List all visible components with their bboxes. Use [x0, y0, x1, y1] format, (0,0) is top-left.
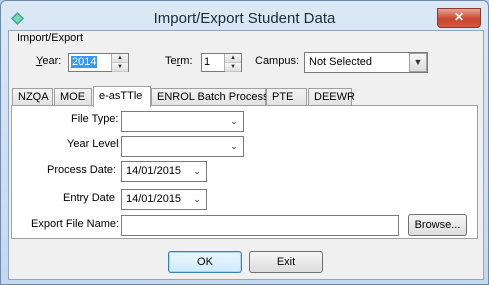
- process-date-label: Process Date:: [47, 164, 117, 176]
- term-value[interactable]: 1: [204, 56, 210, 68]
- dialog-window: Import/Export Student Data ✕ Import/Expo…: [0, 0, 489, 285]
- export-file-label: Export File Name:: [31, 218, 120, 230]
- import-export-group-label: Import/Export: [17, 32, 84, 44]
- entry-date-picker[interactable]: 14/01/2015 ⌄: [121, 189, 207, 210]
- year-level-label: Year Level: [67, 138, 119, 150]
- spin-down-icon[interactable]: ▼: [112, 63, 128, 72]
- tab-nzqa[interactable]: NZQA: [12, 88, 53, 105]
- file-type-select[interactable]: ⌄: [121, 111, 244, 132]
- file-type-label: File Type:: [71, 113, 119, 125]
- campus-value: Not Selected: [309, 56, 372, 68]
- year-value[interactable]: 2014: [71, 56, 98, 68]
- close-button[interactable]: ✕: [437, 8, 481, 28]
- client-area: Import/Export Year: 2014 ▲ ▼ Term: 1 ▲ ▼…: [8, 30, 484, 280]
- e-asttle-panel: File Type: ⌄ Year Level ⌄ Process Date: …: [11, 105, 478, 239]
- year-spin-buttons[interactable]: ▲ ▼: [111, 54, 128, 72]
- process-date-value[interactable]: 14/01/2015: [126, 165, 181, 177]
- campus-label: Campus:: [255, 55, 300, 67]
- process-date-picker[interactable]: 14/01/2015 ⌄: [121, 161, 207, 182]
- spin-up-icon[interactable]: ▲: [112, 54, 128, 63]
- year-spinner[interactable]: 2014 ▲ ▼: [68, 53, 129, 72]
- exit-button[interactable]: Exit: [249, 251, 323, 273]
- entry-date-value[interactable]: 14/01/2015: [126, 193, 181, 205]
- chevron-down-icon[interactable]: ▼: [409, 53, 427, 72]
- tab-deewr[interactable]: DEEWR: [308, 88, 355, 105]
- entry-date-label: Entry Date: [63, 192, 115, 204]
- campus-select[interactable]: Not Selected ▼: [304, 52, 428, 73]
- ok-button[interactable]: OK: [168, 251, 242, 273]
- tab-pte[interactable]: PTE: [266, 88, 307, 105]
- close-icon: ✕: [453, 10, 465, 24]
- term-spin-buttons[interactable]: ▲ ▼: [224, 54, 241, 72]
- chevron-down-icon[interactable]: ⌄: [189, 191, 205, 208]
- tab-e-asttle[interactable]: e-asTTle: [93, 86, 151, 107]
- chevron-down-icon[interactable]: ⌄: [226, 113, 242, 130]
- window-title: Import/Export Student Data: [153, 10, 336, 27]
- tab-moe[interactable]: MOE: [54, 88, 92, 105]
- term-spinner[interactable]: 1 ▲ ▼: [201, 53, 242, 72]
- year-label: Year:: [36, 55, 62, 67]
- spin-down-icon[interactable]: ▼: [225, 63, 241, 72]
- term-label: Term:: [165, 55, 193, 67]
- chevron-down-icon[interactable]: ⌄: [226, 138, 242, 155]
- chevron-down-icon[interactable]: ⌄: [189, 163, 205, 180]
- export-file-input[interactable]: [121, 215, 399, 236]
- browse-button[interactable]: Browse...: [408, 214, 467, 236]
- tab-enrol-batch-process[interactable]: ENROL Batch Process: [151, 88, 268, 105]
- spin-up-icon[interactable]: ▲: [225, 54, 241, 63]
- year-level-select[interactable]: ⌄: [121, 136, 244, 157]
